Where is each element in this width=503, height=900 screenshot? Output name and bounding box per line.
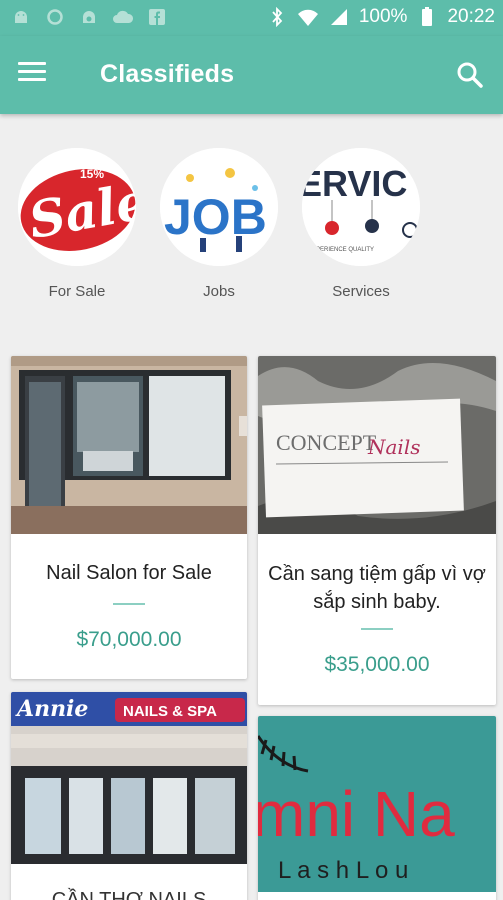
svg-text:CONCEPT: CONCEPT — [276, 430, 377, 455]
services-image: ERVIC EXPERIENCE QUALITY — [302, 148, 420, 266]
search-icon — [457, 62, 483, 88]
for-sale-image: Sale 15% — [18, 148, 136, 266]
svg-text:Annie: Annie — [15, 696, 88, 722]
listing-title: Cần sang tiệm gấp vì vợ sắp sinh baby. — [268, 563, 486, 613]
sync-icon — [44, 6, 66, 28]
listing-title: Nail Salon for Sale — [46, 562, 212, 584]
title-divider — [113, 603, 145, 605]
svg-text:EXPERIENCE QUALITY: EXPERIENCE QUALITY — [308, 247, 374, 253]
jobs-image: JOB — [160, 148, 278, 266]
facebook-icon — [146, 6, 168, 28]
listing-price: $35,000.00 — [324, 653, 430, 676]
battery-icon — [416, 6, 438, 28]
svg-text:ERVIC: ERVIC — [302, 163, 407, 204]
category-label: For Sale — [48, 283, 106, 300]
listing-photo: mni Na L a s h L o u — [258, 716, 496, 892]
svg-text:15%: 15% — [80, 167, 104, 181]
battery-percent: 100% — [358, 6, 408, 27]
android-icon — [78, 6, 100, 28]
listing-card[interactable]: Annie NAILS & SPA CẦN THỢ NAILS — [11, 692, 247, 900]
wifi-icon — [297, 6, 319, 28]
bluetooth-icon — [266, 6, 288, 28]
listing-title: CẦN THỢ NAILS — [51, 889, 207, 900]
menu-button[interactable] — [18, 62, 48, 88]
status-bar: 100% 20:22 — [0, 0, 503, 36]
clock: 20:22 — [447, 6, 495, 27]
svg-text:L a s h L o u: L a s h L o u — [278, 857, 408, 884]
menu-icon — [18, 62, 46, 65]
cloud-icon — [112, 6, 134, 28]
svg-text:mni Na: mni Na — [258, 778, 455, 850]
svg-text:NAILS & SPA: NAILS & SPA — [123, 703, 217, 720]
listing-photo: CONCEPT Nails — [258, 356, 496, 534]
app-bar: Classifieds — [0, 36, 503, 114]
search-button[interactable] — [453, 58, 487, 92]
category-label: Jobs — [203, 283, 235, 300]
listing-price: $70,000.00 — [76, 628, 182, 651]
listing-card[interactable]: mni Na L a s h L o u — [258, 716, 496, 900]
listing-card[interactable]: Nail Salon for Sale $70,000.00 — [11, 356, 247, 679]
listing-photo: Annie NAILS & SPA — [11, 692, 247, 864]
signal-icon — [328, 6, 350, 28]
category-label: Services — [332, 283, 390, 300]
listing-photo — [11, 356, 247, 534]
category-jobs[interactable]: JOB Jobs — [154, 148, 284, 300]
title-divider — [361, 628, 393, 630]
android-icon — [10, 6, 32, 28]
category-services[interactable]: ERVIC EXPERIENCE QUALITY Services — [296, 148, 426, 300]
category-for-sale[interactable]: Sale 15% For Sale — [12, 148, 142, 300]
listing-card[interactable]: CONCEPT Nails Cần sang tiệm gấp vì vợ sắ… — [258, 356, 496, 705]
svg-text:Nails: Nails — [367, 435, 420, 459]
page-title: Classifieds — [100, 60, 235, 88]
svg-text:JOB: JOB — [164, 189, 267, 245]
